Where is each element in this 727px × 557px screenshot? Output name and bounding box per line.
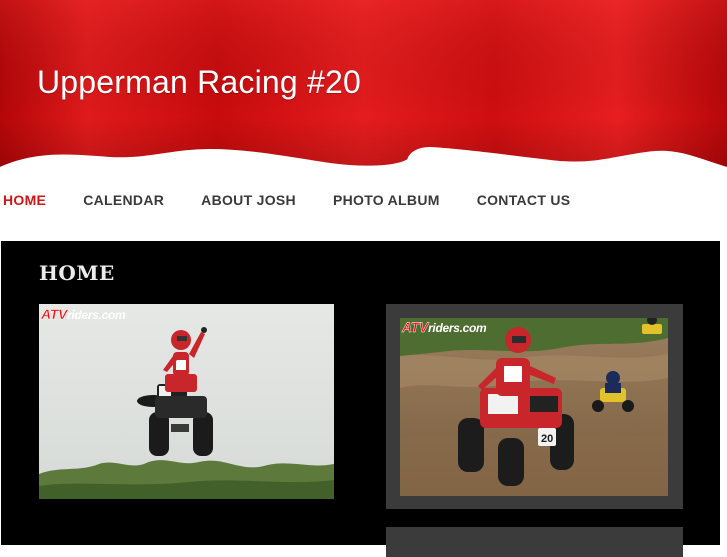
- atv-race-image: 20: [400, 318, 668, 496]
- page-heading: HOME: [39, 261, 115, 285]
- nav-item-home[interactable]: HOME: [3, 188, 46, 212]
- nav-item-about-josh[interactable]: ABOUT JOSH: [201, 188, 296, 212]
- header-banner: Upperman Racing #20: [0, 0, 727, 175]
- atvriders-logo: ATVriders.com: [402, 319, 487, 335]
- nav-item-photo-album[interactable]: PHOTO ALBUM: [333, 188, 440, 212]
- race-number: 20: [541, 433, 553, 445]
- atvriders-logo: ATVriders.com: [41, 306, 126, 322]
- nav-item-contact-us[interactable]: CONTACT US: [477, 188, 571, 212]
- nav-item-calendar[interactable]: CALENDAR: [83, 188, 164, 212]
- site-title: Upperman Racing #20: [37, 64, 361, 100]
- atv-jump-image: [39, 304, 334, 499]
- main-content: HOME ATVriders.com 20 ATVriders.com: [1, 241, 720, 557]
- main-nav: HOME CALENDAR ABOUT JOSH PHOTO ALBUM CON…: [0, 188, 607, 212]
- atv-race-photo[interactable]: 20 ATVriders.com: [400, 318, 668, 496]
- photo-frame-bottom: [386, 527, 683, 557]
- atv-jump-photo[interactable]: ATVriders.com: [39, 304, 334, 499]
- photo-frame-racing: 20 ATVriders.com: [386, 304, 683, 509]
